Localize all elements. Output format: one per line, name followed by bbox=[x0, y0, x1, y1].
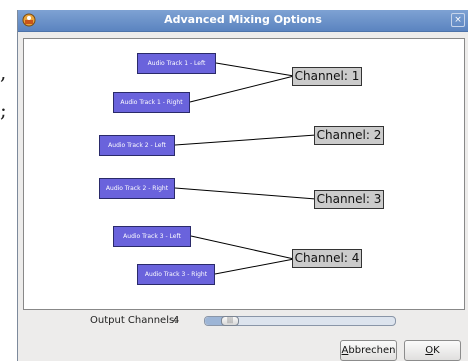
cancel-label: bbrechen bbox=[348, 345, 396, 356]
connection-line bbox=[174, 134, 317, 146]
connection-line bbox=[190, 235, 295, 260]
channel-node[interactable]: Channel: 2 bbox=[314, 126, 384, 145]
track-node[interactable]: Audio Track 3 - Left bbox=[113, 226, 191, 247]
ok-button[interactable]: OK bbox=[404, 340, 461, 361]
output-channels-value: 4 bbox=[173, 315, 180, 326]
channel-node[interactable]: Channel: 4 bbox=[292, 249, 362, 268]
track-node[interactable]: Audio Track 2 - Right bbox=[99, 178, 175, 199]
channel-node[interactable]: Channel: 3 bbox=[314, 190, 384, 209]
window-title: Advanced Mixing Options bbox=[164, 13, 322, 26]
cancel-button[interactable]: Abbrechen bbox=[340, 340, 397, 361]
slider-thumb[interactable]: ||| bbox=[221, 316, 239, 326]
connection-line bbox=[214, 258, 295, 275]
channel-node[interactable]: Channel: 1 bbox=[292, 67, 362, 86]
output-channels-label: Output Channels: bbox=[90, 315, 178, 326]
track-node[interactable]: Audio Track 3 - Right bbox=[137, 264, 215, 285]
connection-lines bbox=[174, 62, 317, 275]
mixing-dialog: Advanced Mixing Options × Audio Track 1 … bbox=[17, 10, 468, 361]
connection-line bbox=[189, 75, 295, 103]
track-node[interactable]: Audio Track 1 - Right bbox=[113, 92, 190, 113]
close-icon[interactable]: × bbox=[451, 13, 465, 27]
ok-label: K bbox=[433, 345, 440, 356]
connection-line bbox=[174, 187, 317, 200]
mixing-canvas[interactable]: Audio Track 1 - Left Audio Track 1 - Rig… bbox=[23, 38, 465, 310]
output-channels-slider[interactable]: ||| bbox=[204, 316, 396, 326]
track-node[interactable]: Audio Track 1 - Left bbox=[137, 53, 216, 74]
track-node[interactable]: Audio Track 2 - Left bbox=[99, 135, 175, 156]
ok-mnemonic: O bbox=[425, 345, 434, 356]
title-bar[interactable]: Advanced Mixing Options × bbox=[18, 10, 468, 32]
connection-line bbox=[215, 62, 295, 77]
